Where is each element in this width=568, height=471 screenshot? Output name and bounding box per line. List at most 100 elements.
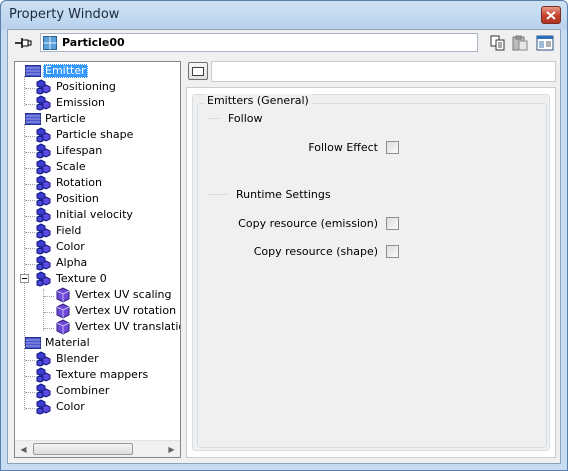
tree-content: Emitter Positioning Emission Particle Partic… [15,62,180,442]
node-icon [36,351,52,367]
tree-item-vertex-uv-scaling[interactable]: Vertex UV scaling [55,287,174,303]
tree-item-label: Field [56,224,82,237]
tree-item-initial-velocity[interactable]: Initial velocity [36,207,135,223]
node-icon [36,79,52,95]
property-body: Emitters (General) Follow Follow Effect … [186,87,556,458]
scroll-right-arrow-icon[interactable]: ▶ [163,441,180,457]
follow-effect-checkbox[interactable] [386,140,399,154]
tree-item-emission[interactable]: Emission [36,95,107,111]
tree-item-vertex-uv-translation[interactable]: Vertex UV translation [55,319,180,335]
tree-item-label: Particle [45,112,86,125]
tree-connector-line [25,168,35,169]
tree-item-label: Initial velocity [56,208,133,221]
node-icon [36,207,52,223]
window-layout-button[interactable] [536,35,554,51]
node-icon [55,287,71,303]
node-icon [36,255,52,271]
node-icon [36,95,52,111]
node-icon [36,399,52,415]
object-name: Particle00 [62,36,125,49]
node-icon [55,303,71,319]
particle-icon [25,111,41,127]
section-follow-label: Follow [228,111,263,125]
tree-item-label: Positioning [56,80,116,93]
copy-button[interactable] [489,35,507,51]
tree-item-particle[interactable]: Particle [25,111,88,127]
close-button[interactable] [541,6,561,24]
tree-connector-line [25,216,35,217]
tree-item-blender[interactable]: Blender [36,351,101,367]
emitter-icon [25,63,41,79]
copy-shape-row: Copy resource (shape) [254,243,399,259]
tree-connector-line [25,360,35,361]
window-layout-icon [536,35,554,51]
tree-item-positioning[interactable]: Positioning [36,79,118,95]
tree-item-label: Material [45,336,90,349]
tree-item-lifespan[interactable]: Lifespan [36,143,104,159]
tree-item-particle-shape[interactable]: Particle shape [36,127,135,143]
window-client: Particle00 Emitter Positioning Emission … [7,29,561,464]
copy-emission-checkbox[interactable] [386,216,399,230]
tree-item-label: Color [56,240,85,253]
property-pane: Emitters (General) Follow Follow Effect … [186,61,556,458]
tree-item-label: Position [56,192,99,205]
horizontal-scrollbar[interactable]: ◀ ▶ [15,440,180,457]
tree-item-scale[interactable]: Scale [36,159,88,175]
scroll-left-arrow-icon[interactable]: ◀ [15,441,32,457]
tree-connector-line [25,184,35,185]
tree-item-label: Scale [56,160,86,173]
node-icon [36,127,52,143]
paste-button[interactable] [511,35,529,51]
tree-item-label: Color [56,400,85,413]
node-icon [36,271,52,287]
tree-item-label: Rotation [56,176,103,189]
tree-item-position[interactable]: Position [36,191,101,207]
tree-item-combiner[interactable]: Combiner [36,383,111,399]
tree-item-vertex-uv-rotation[interactable]: Vertex UV rotation [55,303,178,319]
tree-item-label: Particle shape [56,128,134,141]
tree-connector-line [24,124,25,346]
section-follow: Follow [207,111,263,125]
tree-connector-line [25,248,35,249]
section-runtime-label: Runtime Settings [236,187,331,201]
tree-item-label: Emission [56,96,105,109]
panel-view-button[interactable] [188,62,208,80]
title-bar[interactable]: Property Window [1,1,567,29]
tree-item-color[interactable]: Color [36,239,87,255]
paste-icon [512,35,528,51]
copy-shape-checkbox[interactable] [386,244,399,258]
scrollbar-thumb[interactable] [33,443,133,455]
tree-item-label: Vertex UV rotation [75,304,177,317]
tree-connector-line [44,312,54,313]
node-icon [36,175,52,191]
grid-object-icon [43,35,57,50]
tree-connector-line [25,376,35,377]
tree-item-emitter[interactable]: Emitter [25,63,88,79]
property-search-field[interactable] [211,61,556,82]
tree-connector-line [25,152,35,153]
tree-item-texture-0[interactable]: Texture 0 [36,271,109,287]
tree-item-texture-mappers[interactable]: Texture mappers [36,367,150,383]
node-icon [36,159,52,175]
tree-item-material[interactable]: Material [25,335,92,351]
follow-effect-label: Follow Effect [308,140,378,154]
tree-item-color[interactable]: Color [36,399,87,415]
tree-connector-line [44,328,54,329]
tree-view[interactable]: Emitter Positioning Emission Particle Partic… [14,61,181,458]
object-selector[interactable]: Particle00 [40,33,478,52]
tree-item-label: Emitter [43,64,88,78]
tree-item-field[interactable]: Field [36,223,83,239]
copy-shape-label: Copy resource (shape) [253,244,378,258]
pin-button[interactable] [14,35,32,51]
tree-item-label: Lifespan [56,144,103,157]
tree-item-label: Texture mappers [56,368,149,381]
collapse-toggle-icon[interactable] [20,274,29,283]
tree-connector-line [25,104,35,105]
node-icon [36,191,52,207]
tree-item-rotation[interactable]: Rotation [36,175,104,191]
section-runtime: Runtime Settings [207,187,331,201]
tree-item-alpha[interactable]: Alpha [36,255,89,271]
tree-item-label: Texture 0 [56,272,107,285]
emitters-general-group: Emitters (General) Follow Follow Effect … [192,94,550,451]
tree-connector-line [25,88,35,89]
